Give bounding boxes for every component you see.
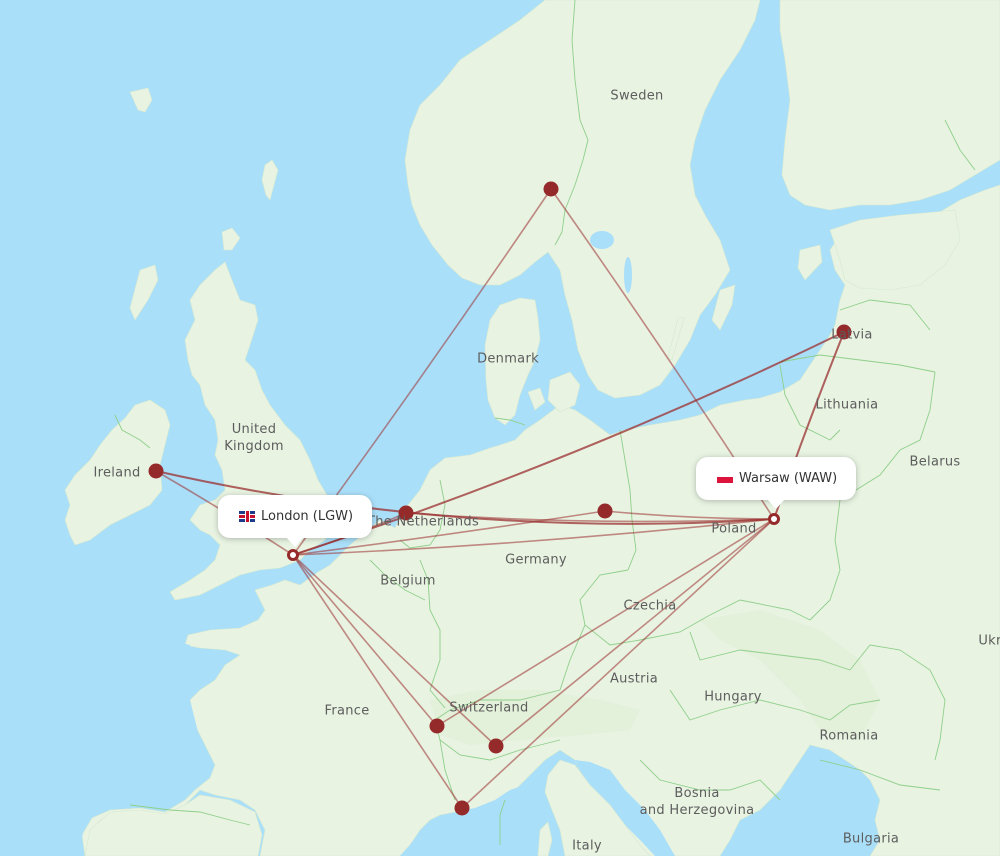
- airport-marker-milan[interactable]: [488, 738, 504, 754]
- country-label-poland: Poland: [711, 521, 757, 537]
- destination-airport-label: Warsaw (WAW): [739, 471, 838, 486]
- airport-marker-dublin[interactable]: [148, 463, 164, 479]
- hub-marker-lgw[interactable]: [287, 549, 299, 561]
- country-label-ukraine: Ukr: [978, 633, 1000, 649]
- country-label-romania: Romania: [819, 728, 879, 744]
- country-label-france: France: [324, 703, 370, 719]
- country-label-switzerland: Switzerland: [449, 700, 529, 716]
- lake-vattern: [624, 257, 632, 293]
- country-label-the-netherlands: The Netherlands: [366, 514, 480, 530]
- origin-airport-label: London (LGW): [261, 509, 354, 524]
- country-label-czechia: Czechia: [623, 598, 677, 614]
- hub-marker-waw[interactable]: [768, 513, 780, 525]
- poland-flag-icon: [717, 476, 733, 483]
- airport-marker-oslo[interactable]: [543, 181, 559, 197]
- country-label-sweden: Sweden: [610, 88, 664, 104]
- lake-vanern: [590, 231, 614, 249]
- land-finland: [779, 0, 1000, 211]
- country-label-lithuania: Lithuania: [815, 397, 879, 413]
- country-label-austria: Austria: [609, 671, 659, 687]
- airport-marker-geneva[interactable]: [429, 718, 445, 734]
- country-label-bosnia-and-herzegovina: Bosnia and Herzegovina: [639, 786, 755, 818]
- country-label-germany: Germany: [505, 552, 567, 568]
- country-label-united-kingdom: United Kingdom: [224, 422, 284, 454]
- destination-callout[interactable]: Warsaw (WAW): [696, 457, 857, 509]
- uk-flag-icon: [239, 511, 255, 522]
- country-label-italy: Italy: [572, 838, 602, 854]
- country-label-denmark: Denmark: [477, 351, 539, 367]
- country-label-bulgaria: Bulgaria: [842, 831, 900, 847]
- airport-marker-nice[interactable]: [454, 800, 470, 816]
- country-label-belarus: Belarus: [909, 454, 961, 470]
- country-label-latvia: Latvia: [831, 327, 873, 343]
- country-label-hungary: Hungary: [704, 689, 762, 705]
- origin-callout[interactable]: London (LGW): [218, 495, 373, 547]
- country-label-belgium: Belgium: [380, 573, 436, 589]
- country-label-ireland: Ireland: [93, 465, 141, 481]
- airport-marker-berlin[interactable]: [597, 503, 613, 519]
